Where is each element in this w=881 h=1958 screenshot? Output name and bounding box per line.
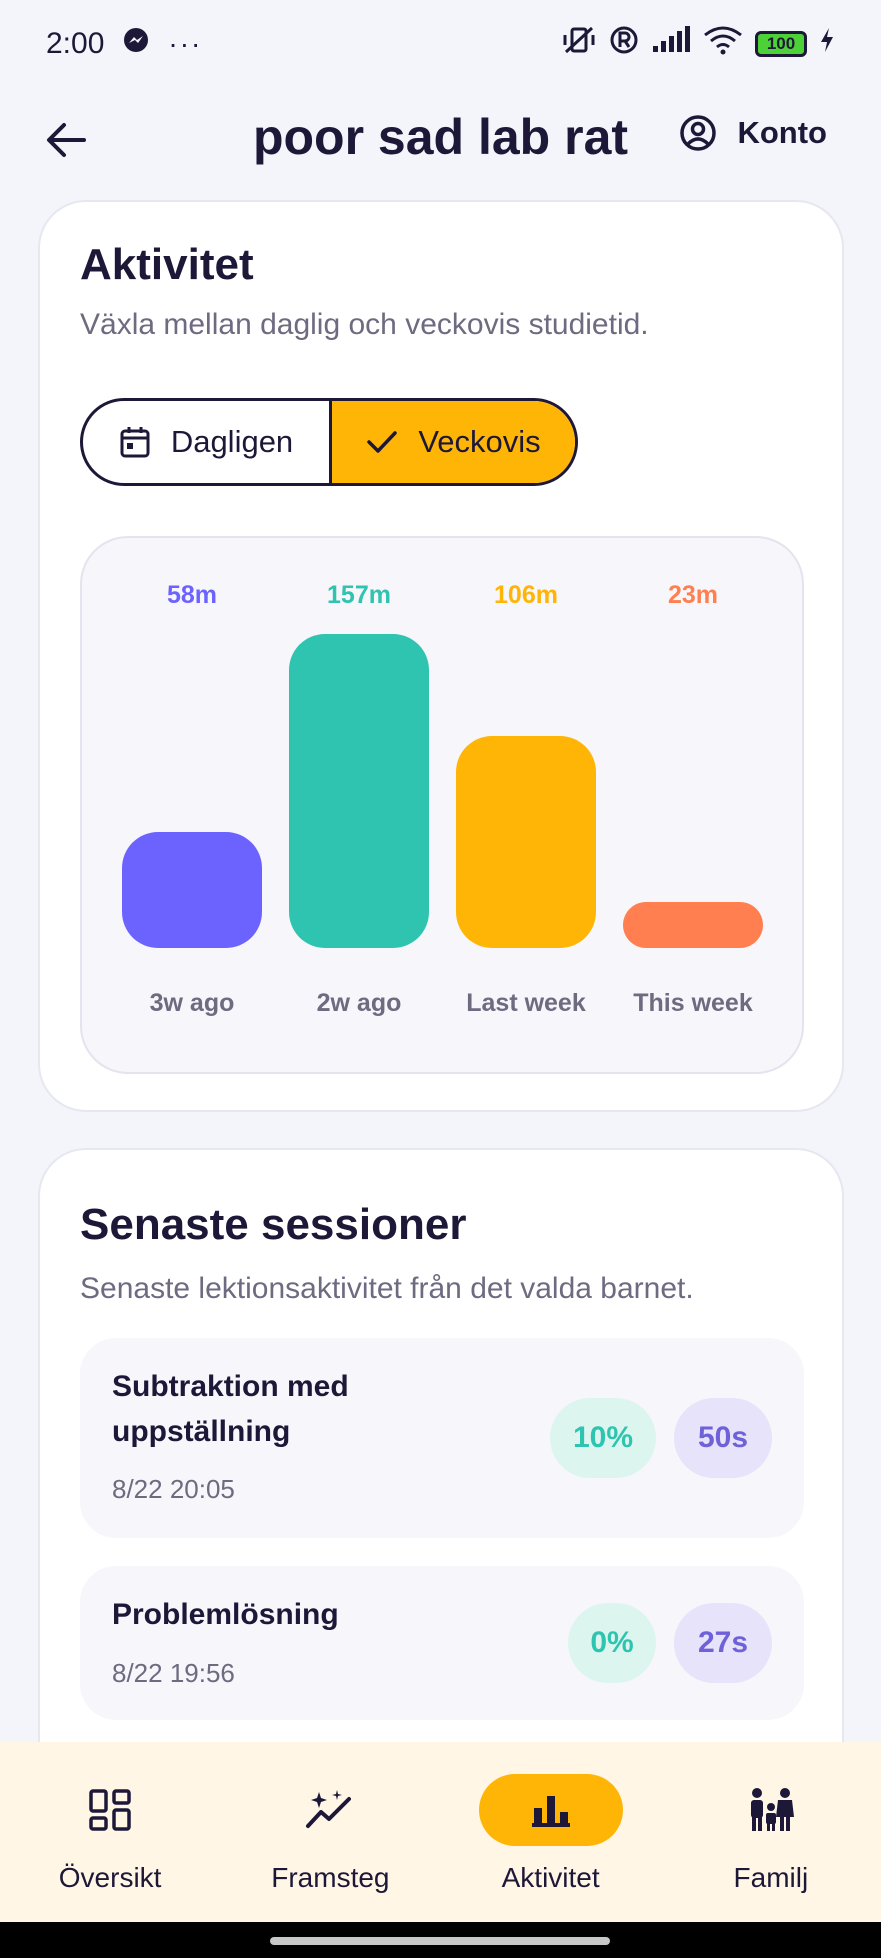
session-title-line1: Subtraktion med — [112, 1370, 349, 1403]
nav-label-progress: Framsteg — [271, 1862, 390, 1893]
vibrate-off-icon — [561, 25, 597, 63]
activity-title: Aktivitet — [80, 240, 254, 289]
chart-category-label: 3w ago — [150, 989, 235, 1017]
nav-item-progress[interactable]: Framsteg — [220, 1742, 440, 1922]
messenger-icon — [122, 26, 150, 62]
charging-icon — [819, 26, 835, 62]
nav-label-family: Familj — [733, 1862, 809, 1893]
chart-bar — [289, 634, 429, 948]
app-header: poor sad lab rat Konto — [0, 100, 881, 180]
nav-icon-container — [478, 1774, 623, 1846]
family-icon — [750, 1788, 794, 1831]
session-title: Subtraktion med uppställning — [112, 1364, 349, 1454]
calendar-icon — [120, 427, 150, 458]
nav-icon-container — [699, 1774, 843, 1846]
chart-category-label: 2w ago — [317, 989, 402, 1017]
nav-item-activity[interactable]: Aktivitet — [441, 1742, 661, 1922]
chart-value-label: 23m — [668, 581, 718, 609]
battery-indicator: 100 — [755, 31, 807, 57]
chart-category-label: Last week — [466, 989, 586, 1017]
toggle-weekly-label: Veckovis — [418, 424, 541, 459]
session-title: Problemlösning — [112, 1598, 339, 1631]
signal-icon — [651, 26, 691, 62]
nav-item-overview[interactable]: Översikt — [0, 1742, 220, 1922]
duration-badge: 27s — [674, 1603, 772, 1683]
period-toggle: Dagligen Veckovis — [80, 398, 578, 486]
session-time: 8/22 20:05 — [112, 1474, 235, 1504]
duration-badge: 50s — [674, 1398, 772, 1478]
nav-item-family[interactable]: Familj — [661, 1742, 881, 1922]
registered-icon — [609, 25, 639, 63]
activity-subtitle: Växla mellan daglig och veckovis studiet… — [80, 308, 649, 341]
dashboard-icon — [89, 1789, 131, 1831]
score-badge: 10% — [550, 1398, 656, 1478]
account-label: Konto — [737, 115, 827, 150]
nav-label-overview: Översikt — [58, 1862, 162, 1893]
bar-chart-icon — [531, 1796, 570, 1827]
chart-value-label: 157m — [327, 581, 391, 609]
check-icon — [367, 431, 398, 453]
wifi-icon — [703, 25, 743, 63]
nav-icon-container — [258, 1774, 402, 1846]
toggle-daily-label: Dagligen — [170, 424, 294, 459]
chart-bar — [623, 902, 763, 948]
activity-card: Aktivitet Växla mellan daglig och veckov… — [38, 200, 844, 1112]
nav-label-activity: Aktivitet — [501, 1862, 600, 1893]
sessions-subtitle: Senaste lektionsaktivitet från det valda… — [80, 1272, 694, 1305]
toggle-daily[interactable]: Dagligen — [83, 401, 329, 483]
status-bar: 2:00 ··· 100 — [0, 0, 881, 88]
home-gesture-bar[interactable] — [270, 1937, 610, 1945]
more-notifications-icon: ··· — [168, 28, 203, 59]
nav-icon-container — [38, 1774, 182, 1846]
chart-bar — [122, 832, 262, 948]
session-time: 8/22 19:56 — [112, 1658, 235, 1688]
account-circle-icon — [680, 115, 717, 151]
score-badge: 0% — [568, 1603, 656, 1683]
chart-category-label: This week — [633, 989, 753, 1017]
session-item[interactable]: Problemlösning 8/22 19:56 0% 27s — [80, 1566, 804, 1720]
account-button[interactable]: Konto — [679, 114, 827, 152]
chart-value-label: 58m — [167, 581, 217, 609]
weekly-activity-chart: 58m 3w ago 157m 2w ago 106m Last week 23m This … — [80, 536, 804, 1074]
chart-bar — [456, 736, 596, 948]
progress-sparkle-icon — [306, 1790, 352, 1828]
chart-value-label: 106m — [494, 581, 558, 609]
session-item[interactable]: Subtraktion med uppställning 8/22 20:05 … — [80, 1338, 804, 1538]
session-title-line2: uppställning — [112, 1415, 291, 1448]
status-time: 2:00 — [46, 27, 105, 60]
bottom-navigation: Översikt Framsteg Aktivitet Familj — [0, 1742, 881, 1922]
sessions-title: Senaste sessioner — [80, 1200, 467, 1249]
chart-svg: 58m 3w ago 157m 2w ago 106m Last week 23m This … — [122, 581, 763, 1017]
toggle-weekly[interactable]: Veckovis — [329, 401, 575, 483]
